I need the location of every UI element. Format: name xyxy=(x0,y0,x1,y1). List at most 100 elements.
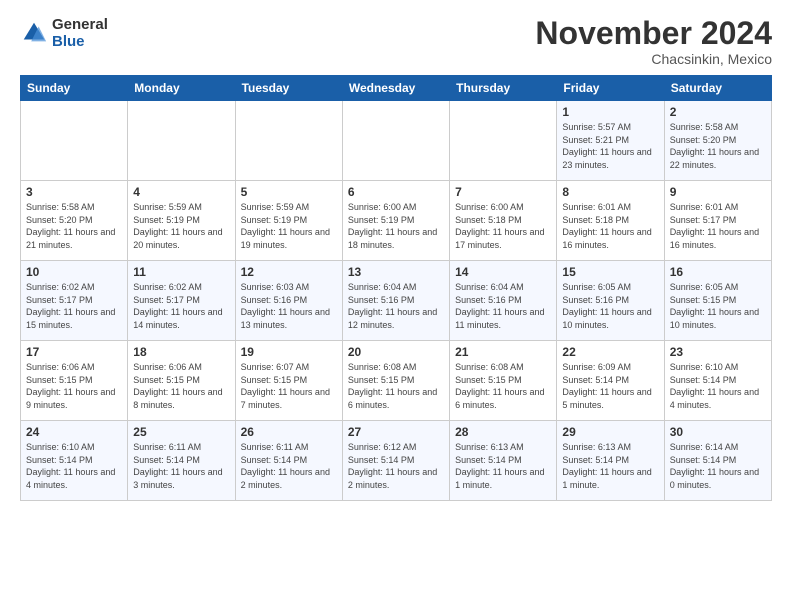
day-info: Sunrise: 5:57 AM Sunset: 5:21 PM Dayligh… xyxy=(562,121,658,171)
table-cell: 7 Sunrise: 6:00 AM Sunset: 5:18 PM Daylig… xyxy=(450,181,557,261)
table-cell: 17 Sunrise: 6:06 AM Sunset: 5:15 PM Dayli… xyxy=(21,341,128,421)
logo: General Blue xyxy=(20,16,108,50)
calendar-table: Sunday Monday Tuesday Wednesday Thursday… xyxy=(20,75,772,501)
calendar-header-row: Sunday Monday Tuesday Wednesday Thursday… xyxy=(21,76,772,101)
day-info: Sunrise: 5:59 AM Sunset: 5:19 PM Dayligh… xyxy=(241,201,337,251)
day-info: Sunrise: 6:04 AM Sunset: 5:16 PM Dayligh… xyxy=(455,281,551,331)
day-number: 11 xyxy=(133,265,229,279)
day-info: Sunrise: 6:13 AM Sunset: 5:14 PM Dayligh… xyxy=(455,441,551,491)
table-cell: 21Sunrise: 6:08 AM Sunset: 5:15 PM Dayli… xyxy=(450,341,557,421)
week-row-5: 24Sunrise: 6:10 AM Sunset: 5:14 PM Dayli… xyxy=(21,421,772,501)
table-cell: 13 Sunrise: 6:04 AM Sunset: 5:16 PM Dayli… xyxy=(342,261,449,341)
day-info: Sunrise: 6:01 AM Sunset: 5:17 PM Dayligh… xyxy=(670,201,766,251)
table-cell: 4 Sunrise: 5:59 AM Sunset: 5:19 PM Daylig… xyxy=(128,181,235,261)
table-cell xyxy=(21,101,128,181)
day-number: 3 xyxy=(26,185,122,199)
day-number: 9 xyxy=(670,185,766,199)
header: General Blue November 2024 Chacsinkin, M… xyxy=(20,16,772,67)
table-cell xyxy=(450,101,557,181)
day-number: 23 xyxy=(670,345,766,359)
day-info: Sunrise: 6:09 AM Sunset: 5:14 PM Dayligh… xyxy=(562,361,658,411)
col-sunday: Sunday xyxy=(21,76,128,101)
month-title: November 2024 xyxy=(535,16,772,51)
day-number: 25 xyxy=(133,425,229,439)
day-info: Sunrise: 5:59 AM Sunset: 5:19 PM Dayligh… xyxy=(133,201,229,251)
table-cell: 8Sunrise: 6:01 AM Sunset: 5:18 PM Daylig… xyxy=(557,181,664,261)
col-wednesday: Wednesday xyxy=(342,76,449,101)
day-number: 19 xyxy=(241,345,337,359)
week-row-4: 17 Sunrise: 6:06 AM Sunset: 5:15 PM Dayli… xyxy=(21,341,772,421)
day-number: 27 xyxy=(348,425,444,439)
col-friday: Friday xyxy=(557,76,664,101)
table-cell xyxy=(342,101,449,181)
table-cell: 24Sunrise: 6:10 AM Sunset: 5:14 PM Dayli… xyxy=(21,421,128,501)
day-number: 28 xyxy=(455,425,551,439)
table-cell: 12Sunrise: 6:03 AM Sunset: 5:16 PM Dayli… xyxy=(235,261,342,341)
week-row-2: 3Sunrise: 5:58 AM Sunset: 5:20 PM Daylig… xyxy=(21,181,772,261)
day-info: Sunrise: 6:07 AM Sunset: 5:15 PM Dayligh… xyxy=(241,361,337,411)
table-cell: 20Sunrise: 6:08 AM Sunset: 5:15 PM Dayli… xyxy=(342,341,449,421)
col-monday: Monday xyxy=(128,76,235,101)
day-info: Sunrise: 6:04 AM Sunset: 5:16 PM Dayligh… xyxy=(348,281,444,331)
day-number: 14 xyxy=(455,265,551,279)
table-cell: 2 Sunrise: 5:58 AM Sunset: 5:20 PM Daylig… xyxy=(664,101,771,181)
table-cell: 29Sunrise: 6:13 AM Sunset: 5:14 PM Dayli… xyxy=(557,421,664,501)
day-number: 7 xyxy=(455,185,551,199)
table-cell: 23Sunrise: 6:10 AM Sunset: 5:14 PM Dayli… xyxy=(664,341,771,421)
day-number: 17 xyxy=(26,345,122,359)
table-cell: 15 Sunrise: 6:05 AM Sunset: 5:16 PM Dayli… xyxy=(557,261,664,341)
day-number: 12 xyxy=(241,265,337,279)
day-info: Sunrise: 6:00 AM Sunset: 5:18 PM Dayligh… xyxy=(455,201,551,251)
day-info: Sunrise: 6:08 AM Sunset: 5:15 PM Dayligh… xyxy=(455,361,551,411)
day-info: Sunrise: 6:12 AM Sunset: 5:14 PM Dayligh… xyxy=(348,441,444,491)
logo-general: General xyxy=(52,16,108,33)
day-number: 16 xyxy=(670,265,766,279)
day-info: Sunrise: 6:05 AM Sunset: 5:16 PM Dayligh… xyxy=(562,281,658,331)
logo-text: General Blue xyxy=(52,16,108,50)
table-cell: 6Sunrise: 6:00 AM Sunset: 5:19 PM Daylig… xyxy=(342,181,449,261)
logo-icon xyxy=(20,19,48,47)
table-cell: 19 Sunrise: 6:07 AM Sunset: 5:15 PM Dayli… xyxy=(235,341,342,421)
table-cell xyxy=(235,101,342,181)
location: Chacsinkin, Mexico xyxy=(535,51,772,67)
title-area: November 2024 Chacsinkin, Mexico xyxy=(535,16,772,67)
day-number: 18 xyxy=(133,345,229,359)
day-number: 24 xyxy=(26,425,122,439)
day-number: 30 xyxy=(670,425,766,439)
day-number: 22 xyxy=(562,345,658,359)
day-info: Sunrise: 6:11 AM Sunset: 5:14 PM Dayligh… xyxy=(133,441,229,491)
table-cell: 9 Sunrise: 6:01 AM Sunset: 5:17 PM Daylig… xyxy=(664,181,771,261)
col-tuesday: Tuesday xyxy=(235,76,342,101)
table-cell: 16Sunrise: 6:05 AM Sunset: 5:15 PM Dayli… xyxy=(664,261,771,341)
table-cell: 18Sunrise: 6:06 AM Sunset: 5:15 PM Dayli… xyxy=(128,341,235,421)
table-cell: 3Sunrise: 5:58 AM Sunset: 5:20 PM Daylig… xyxy=(21,181,128,261)
table-cell xyxy=(128,101,235,181)
table-cell: 26 Sunrise: 6:11 AM Sunset: 5:14 PM Dayli… xyxy=(235,421,342,501)
day-number: 8 xyxy=(562,185,658,199)
table-cell: 30 Sunrise: 6:14 AM Sunset: 5:14 PM Dayli… xyxy=(664,421,771,501)
col-saturday: Saturday xyxy=(664,76,771,101)
day-number: 10 xyxy=(26,265,122,279)
day-number: 4 xyxy=(133,185,229,199)
table-cell: 10 Sunrise: 6:02 AM Sunset: 5:17 PM Dayli… xyxy=(21,261,128,341)
col-thursday: Thursday xyxy=(450,76,557,101)
day-info: Sunrise: 6:11 AM Sunset: 5:14 PM Dayligh… xyxy=(241,441,337,491)
day-info: Sunrise: 6:13 AM Sunset: 5:14 PM Dayligh… xyxy=(562,441,658,491)
day-number: 6 xyxy=(348,185,444,199)
day-info: Sunrise: 5:58 AM Sunset: 5:20 PM Dayligh… xyxy=(670,121,766,171)
day-number: 5 xyxy=(241,185,337,199)
table-cell: 11Sunrise: 6:02 AM Sunset: 5:17 PM Dayli… xyxy=(128,261,235,341)
day-info: Sunrise: 6:06 AM Sunset: 5:15 PM Dayligh… xyxy=(26,361,122,411)
day-info: Sunrise: 6:02 AM Sunset: 5:17 PM Dayligh… xyxy=(26,281,122,331)
day-info: Sunrise: 6:14 AM Sunset: 5:14 PM Dayligh… xyxy=(670,441,766,491)
day-number: 2 xyxy=(670,105,766,119)
table-cell: 28 Sunrise: 6:13 AM Sunset: 5:14 PM Dayli… xyxy=(450,421,557,501)
day-number: 20 xyxy=(348,345,444,359)
table-cell: 22 Sunrise: 6:09 AM Sunset: 5:14 PM Dayli… xyxy=(557,341,664,421)
day-number: 13 xyxy=(348,265,444,279)
table-cell: 1Sunrise: 5:57 AM Sunset: 5:21 PM Daylig… xyxy=(557,101,664,181)
day-number: 15 xyxy=(562,265,658,279)
table-cell: 27 Sunrise: 6:12 AM Sunset: 5:14 PM Dayli… xyxy=(342,421,449,501)
table-cell: 14 Sunrise: 6:04 AM Sunset: 5:16 PM Dayli… xyxy=(450,261,557,341)
day-number: 26 xyxy=(241,425,337,439)
